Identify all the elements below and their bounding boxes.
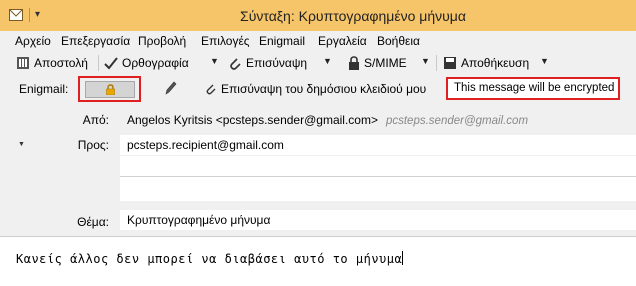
body-text: Κανείς άλλος δεν μπορεί να διαβάσει αυτό…	[16, 252, 403, 266]
to-label: Προς:	[77, 138, 109, 152]
send-icon	[17, 57, 29, 69]
encrypt-highlight	[78, 76, 141, 102]
subject-value: Κρυπτογραφημένο μήνυμα	[127, 213, 271, 227]
save-label: Αποθήκευση	[461, 56, 530, 70]
smime-label: S/MIME	[364, 56, 407, 70]
from-field[interactable]: Angelos Kyritsis <pcsteps.sender@gmail.c…	[120, 110, 636, 130]
menu-file[interactable]: Αρχείο	[15, 34, 51, 48]
paperclip-icon	[206, 84, 216, 95]
from-value: Angelos Kyritsis <pcsteps.sender@gmail.c…	[127, 113, 378, 127]
recipient-row-empty[interactable]	[120, 156, 636, 176]
attach-icon	[230, 58, 241, 70]
spelling-label: Ορθογραφία	[122, 56, 189, 70]
send-button[interactable]: Αποστολή	[16, 53, 88, 73]
menu-options[interactable]: Επιλογές	[201, 34, 250, 48]
menu-bar: Αρχείο Επεξεργασία Προβολή Επιλογές Enig…	[0, 31, 636, 51]
recipient-row-empty[interactable]	[120, 177, 636, 201]
smime-dropdown-icon[interactable]: ▼	[421, 56, 430, 66]
spellcheck-icon	[104, 57, 118, 70]
attach-public-key-label: Επισύναψη του δημόσιου κλειδιού μου	[221, 82, 427, 96]
attach-label: Επισύναψη	[246, 56, 308, 70]
to-value: pcsteps.recipient@gmail.com	[127, 138, 284, 152]
save-dropdown-icon[interactable]: ▼	[540, 56, 549, 66]
enigmail-label: Enigmail:	[19, 82, 69, 96]
menu-view[interactable]: Προβολή	[138, 34, 186, 48]
recipient-type-dropdown-icon[interactable]: ▼	[18, 141, 25, 148]
attach-public-key-button[interactable]: Επισύναψη του δημόσιου κλειδιού μου	[205, 82, 426, 96]
subject-label: Θέμα:	[77, 215, 109, 229]
smime-button[interactable]: S/MIME	[348, 53, 407, 73]
attach-dropdown-icon[interactable]: ▼	[323, 56, 332, 66]
menu-help[interactable]: Βοήθεια	[377, 34, 420, 48]
window-title: Σύνταξη: Κρυπτογραφημένο μήνυμα	[240, 8, 466, 24]
to-field[interactable]: pcsteps.recipient@gmail.com	[120, 135, 636, 155]
lock-icon	[349, 56, 359, 70]
title-bar: ▾ Σύνταξη: Κρυπτογραφημένο μήνυμα	[0, 0, 636, 31]
encryption-status: This message will be encrypted	[446, 77, 620, 100]
toolbar-separator	[98, 55, 99, 71]
menu-enigmail[interactable]: Enigmail	[259, 34, 305, 48]
spelling-dropdown-icon[interactable]: ▼	[210, 56, 219, 66]
toolbar-separator	[436, 55, 437, 71]
menu-tools[interactable]: Εργαλεία	[318, 34, 367, 48]
attach-button[interactable]: Επισύναψη	[228, 53, 307, 73]
enigmail-bar: Enigmail: Επισύναψη του δημόσιου κλειδιο…	[0, 75, 636, 103]
from-label: Από:	[82, 113, 109, 127]
save-button[interactable]: Αποθήκευση	[443, 53, 529, 73]
pencil-icon[interactable]	[163, 80, 177, 96]
send-label: Αποστολή	[34, 56, 88, 70]
padlock-icon	[106, 84, 115, 95]
menu-edit[interactable]: Επεξεργασία	[61, 34, 130, 48]
compose-toolbar: Αποστολή Ορθογραφία ▼ Επισύναψη ▼ S/MIME…	[0, 51, 636, 75]
from-hint: pcsteps.sender@gmail.com	[385, 115, 529, 127]
encrypt-toggle-button[interactable]	[85, 81, 135, 98]
text-caret	[402, 251, 404, 265]
body-content: Κανείς άλλος δεν μπορεί να διαβάσει αυτό…	[16, 251, 404, 266]
save-icon	[444, 57, 456, 69]
subject-field[interactable]: Κρυπτογραφημένο μήνυμα	[120, 210, 636, 230]
message-body[interactable]: Κανείς άλλος δεν μπορεί να διαβάσει αυτό…	[0, 236, 636, 286]
spelling-button[interactable]: Ορθογραφία	[104, 53, 189, 73]
message-headers: Από: Angelos Kyritsis <pcsteps.sender@gm…	[0, 103, 636, 236]
